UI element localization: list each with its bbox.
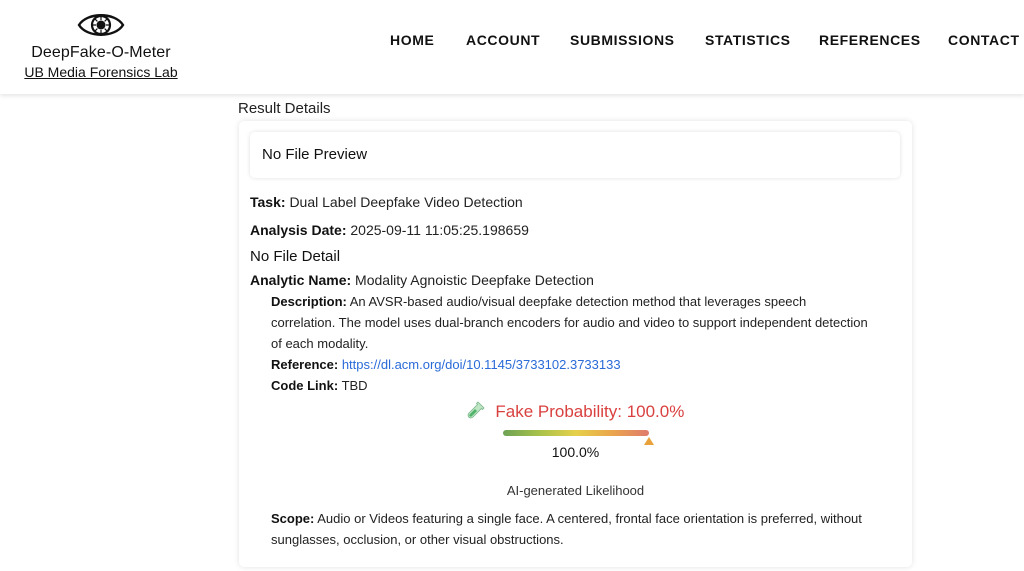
ai-likelihood-label: AI-generated Likelihood bbox=[506, 483, 645, 498]
probability-bar-value: 100.0% bbox=[551, 444, 600, 460]
nav-account[interactable]: ACCOUNT bbox=[466, 32, 540, 48]
task-value: Dual Label Deepfake Video Detection bbox=[289, 194, 523, 210]
task-row: Task: Dual Label Deepfake Video Detectio… bbox=[250, 194, 523, 210]
no-file-preview-text: No File Preview bbox=[262, 146, 368, 163]
lab-link[interactable]: UB Media Forensics Lab bbox=[20, 64, 182, 80]
analysis-date-value: 2025-09-11 11:05:25.198659 bbox=[350, 222, 529, 238]
reference-link[interactable]: https://dl.acm.org/doi/10.1145/3733102.3… bbox=[342, 357, 621, 372]
analytic-name-value: Modality Agnoistic Deepfake Detection bbox=[355, 272, 594, 288]
page-title: Result Details bbox=[238, 100, 331, 117]
fake-probability-text: Fake Probability: 100.0% bbox=[495, 402, 685, 421]
flask-icon bbox=[467, 401, 485, 419]
nav-statistics[interactable]: STATISTICS bbox=[705, 32, 791, 48]
code-link-row: Code Link: TBD bbox=[271, 375, 871, 396]
probability-meter bbox=[503, 430, 654, 445]
analysis-date-row: Analysis Date: 2025-09-11 11:05:25.19865… bbox=[250, 222, 529, 238]
description-value: An AVSR-based audio/visual deepfake dete… bbox=[271, 294, 868, 351]
fake-probability: Fake Probability: 100.0% bbox=[239, 401, 912, 422]
nav-contact[interactable]: CONTACT bbox=[948, 32, 1020, 48]
result-card: No File Preview Task: Dual Label Deepfak… bbox=[239, 121, 912, 567]
scope-label: Scope: bbox=[271, 511, 315, 526]
brand: DeepFake-O-Meter UB Media Forensics Lab bbox=[20, 10, 182, 80]
analytic-name-label: Analytic Name: bbox=[250, 272, 352, 288]
nav-submissions[interactable]: SUBMISSIONS bbox=[570, 32, 675, 48]
analysis-date-label: Analysis Date: bbox=[250, 222, 347, 238]
code-link-value: TBD bbox=[341, 378, 368, 393]
scope-row: Scope: Audio or Videos featuring a singl… bbox=[271, 508, 881, 550]
description-label: Description: bbox=[271, 294, 347, 309]
reference-row: Reference: https://dl.acm.org/doi/10.114… bbox=[271, 354, 871, 375]
no-file-detail-text: No File Detail bbox=[250, 248, 341, 265]
probability-gradient-bar bbox=[503, 430, 649, 436]
task-label: Task: bbox=[250, 194, 286, 210]
site-title: DeepFake-O-Meter bbox=[31, 44, 171, 61]
eye-icon[interactable] bbox=[77, 10, 125, 40]
site-header: DeepFake-O-Meter UB Media Forensics Lab … bbox=[0, 0, 1024, 94]
reference-label: Reference: bbox=[271, 357, 339, 372]
analytic-details: Description: An AVSR-based audio/visual … bbox=[271, 291, 871, 396]
code-link-label: Code Link: bbox=[271, 378, 339, 393]
nav-references[interactable]: REFERENCES bbox=[819, 32, 921, 48]
analytic-name-row: Analytic Name: Modality Agnoistic Deepfa… bbox=[250, 272, 594, 288]
scope-value: Audio or Videos featuring a single face.… bbox=[271, 511, 862, 547]
file-preview-panel: No File Preview bbox=[250, 132, 900, 178]
main-nav: HOME ACCOUNT SUBMISSIONS STATISTICS REFE… bbox=[390, 32, 1024, 50]
description-row: Description: An AVSR-based audio/visual … bbox=[271, 291, 871, 354]
nav-home[interactable]: HOME bbox=[390, 32, 434, 48]
